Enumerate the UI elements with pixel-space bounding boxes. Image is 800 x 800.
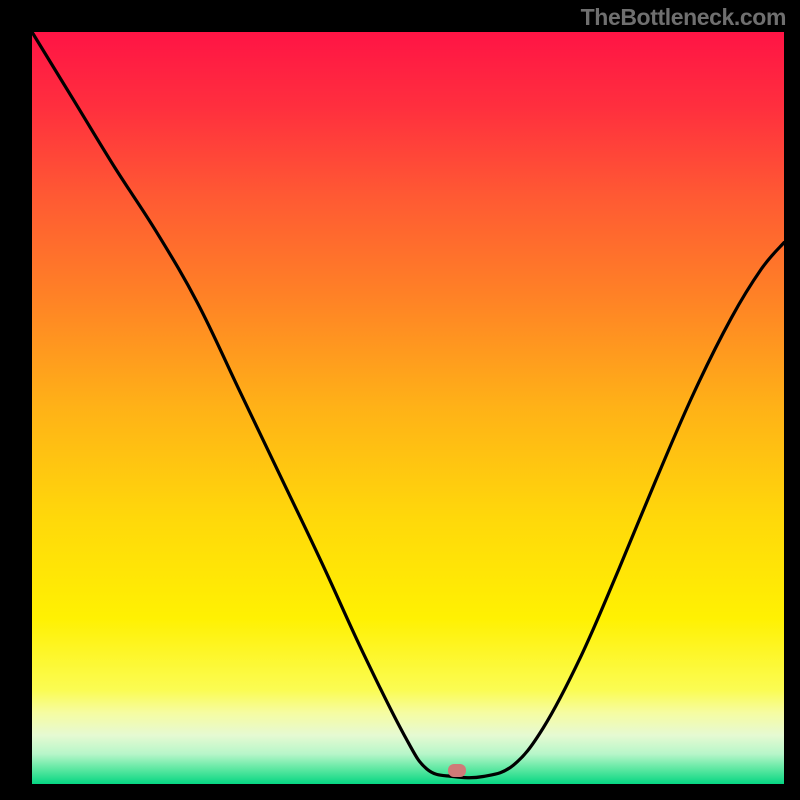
gradient-background — [32, 32, 784, 784]
attribution-text: TheBottleneck.com — [581, 4, 786, 31]
chart-frame: TheBottleneck.com — [0, 0, 800, 800]
bottleneck-chart — [32, 32, 784, 784]
sweet-spot-marker — [448, 764, 466, 777]
